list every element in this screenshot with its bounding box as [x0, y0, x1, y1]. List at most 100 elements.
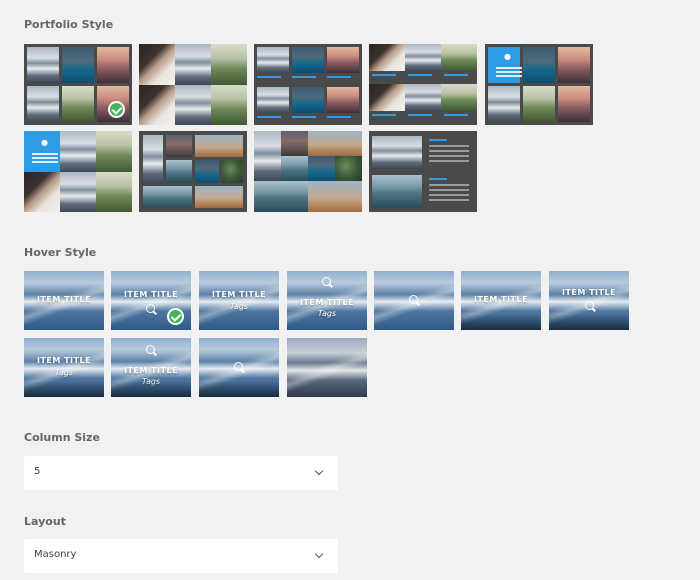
text-lines: [496, 67, 522, 69]
item-title: ITEM TITLE: [211, 290, 267, 299]
thumb-image: [62, 86, 94, 122]
hover-style-option-4[interactable]: ITEM TITLE Tags: [287, 271, 367, 330]
hover-style-option-1[interactable]: ITEM TITLE: [24, 271, 104, 330]
text-line: [429, 199, 469, 201]
thumb-image: [195, 186, 243, 208]
thumb-image: [308, 131, 362, 156]
layout-label: Layout: [24, 515, 66, 528]
portfolio-style-option-1[interactable]: [24, 44, 132, 125]
thumb-image: [369, 84, 405, 111]
thumb-image: [143, 186, 192, 208]
hover-style-option-3[interactable]: ITEM TITLE Tags: [199, 271, 279, 330]
column-size-label: Column Size: [24, 431, 100, 444]
mountain-image: [287, 352, 367, 397]
thumb-image: [558, 86, 590, 122]
caption-line: [257, 76, 281, 78]
item-tags: Tags: [229, 302, 249, 311]
item-title: ITEM TITLE: [299, 298, 355, 307]
thumb-image: [139, 85, 175, 125]
mountain-image: [24, 285, 104, 330]
thumb-image: [292, 47, 324, 73]
thumb-image: [195, 135, 243, 157]
hover-style-option-10[interactable]: [199, 338, 279, 397]
portfolio-style-option-4[interactable]: [369, 44, 477, 125]
caption-line: [327, 76, 351, 78]
thumb-image: [175, 44, 211, 85]
item-title: ITEM TITLE: [473, 295, 529, 304]
info-tile: ●: [488, 47, 522, 83]
hover-style-option-11[interactable]: [287, 338, 367, 397]
caption-line: [327, 116, 351, 118]
hover-style-option-5[interactable]: [374, 271, 454, 330]
chevron-down-icon: [314, 549, 324, 559]
text-title-line: [429, 178, 447, 180]
text-line: [429, 150, 469, 152]
thumb-image: [97, 47, 129, 83]
thumb-image: [558, 47, 590, 83]
mountain-image: [199, 352, 279, 397]
text-line: [429, 194, 469, 196]
caption-line: [444, 114, 468, 116]
text-line: [429, 155, 469, 157]
thumb-image: [441, 84, 477, 111]
item-title: ITEM TITLE: [123, 290, 179, 299]
thumb-image: [27, 47, 59, 83]
thumb-image: [96, 131, 132, 172]
thumb-image: [257, 47, 289, 73]
thumb-image: [211, 85, 247, 125]
portfolio-style-option-9[interactable]: [369, 131, 477, 212]
layout-select[interactable]: Masonry: [24, 539, 338, 573]
thumb-image: [175, 85, 211, 125]
info-tile: ●: [24, 131, 60, 172]
hover-style-option-7[interactable]: ITEM TITLE: [549, 271, 629, 330]
thumb-image: [308, 156, 335, 181]
thumb-image: [24, 172, 60, 212]
hover-style-heading: Hover Style: [24, 246, 97, 259]
thumb-image: [372, 136, 422, 169]
portfolio-style-option-7[interactable]: [139, 131, 247, 212]
zoom-icon: [146, 345, 155, 354]
thumb-image: [369, 44, 405, 71]
column-size-select[interactable]: 5: [24, 456, 338, 490]
thumb-image: [405, 84, 441, 111]
mountain-image: [461, 285, 541, 330]
portfolio-style-option-2[interactable]: [139, 44, 247, 125]
portfolio-style-option-5[interactable]: ●: [485, 44, 593, 125]
portfolio-style-option-6[interactable]: ●: [24, 131, 132, 212]
caption-line: [292, 116, 316, 118]
hover-style-option-2[interactable]: ITEM TITLE: [111, 271, 191, 330]
text-line: [429, 160, 469, 162]
item-title: ITEM TITLE: [36, 295, 92, 304]
caption-line: [257, 116, 281, 118]
thumb-image: [281, 131, 308, 156]
caption-line: [372, 114, 396, 116]
thumb-image: [166, 160, 192, 183]
thumb-image: [211, 44, 247, 85]
mountain-image: [287, 285, 367, 330]
text-line: [429, 145, 469, 147]
hover-style-option-8[interactable]: ITEM TITLE Tags: [24, 338, 104, 397]
thumb-image: [60, 131, 96, 172]
zoom-icon: [234, 362, 243, 371]
thumb-image: [327, 87, 359, 113]
item-title: ITEM TITLE: [123, 366, 179, 375]
thumb-image: [166, 135, 192, 157]
thumb-image: [405, 44, 441, 71]
portfolio-style-option-3[interactable]: [254, 44, 362, 125]
thumb-image: [60, 172, 96, 212]
thumb-image: [143, 135, 163, 183]
thumb-image: [372, 175, 422, 208]
thumb-image: [327, 47, 359, 73]
thumb-image: [308, 181, 362, 212]
thumb-image: [254, 131, 281, 181]
column-size-value: 5: [34, 466, 41, 477]
thumb-image: [441, 44, 477, 71]
portfolio-style-option-8[interactable]: [254, 131, 362, 212]
item-tags: Tags: [141, 377, 161, 386]
zoom-icon: [585, 301, 594, 310]
thumb-image: [523, 47, 555, 83]
chevron-down-icon: [314, 466, 324, 476]
item-title: ITEM TITLE: [36, 356, 92, 365]
hover-style-option-9[interactable]: ITEM TITLE Tags: [111, 338, 191, 397]
hover-style-option-6[interactable]: ITEM TITLE: [461, 271, 541, 330]
